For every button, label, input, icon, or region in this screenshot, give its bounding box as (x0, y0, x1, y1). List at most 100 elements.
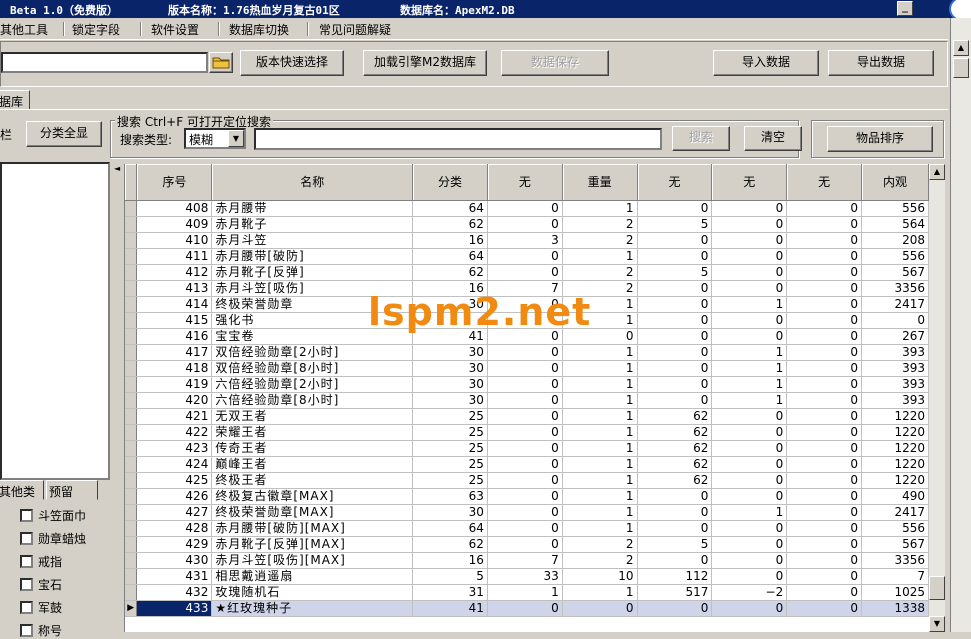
cell-none[interactable]: 0 (711, 248, 788, 265)
cell-none[interactable]: 1 (711, 392, 788, 409)
cell-name[interactable]: 终极复古徽章[MAX] (211, 488, 414, 505)
row-indicator[interactable] (125, 472, 138, 489)
table-row[interactable]: 410 赤月斗笠 16 3 2 0 0 0 208 (125, 232, 929, 249)
export-data-button[interactable]: 导出数据 (828, 50, 934, 76)
cell-none[interactable]: 0 (711, 424, 788, 441)
cell-category[interactable]: 25 (412, 424, 488, 441)
cell-weight[interactable]: 1 (562, 504, 638, 521)
menu-lock-fields[interactable]: 锁定字段 (72, 21, 120, 38)
cell-id[interactable]: 428 (136, 520, 213, 537)
cell-look[interactable]: 1220 (861, 472, 929, 489)
cell-name[interactable]: 六倍经验勋章[2小时] (211, 376, 414, 393)
cell-id[interactable]: 420 (136, 392, 213, 409)
cell-none[interactable]: 3 (487, 232, 563, 249)
cell-none[interactable]: 0 (786, 600, 863, 617)
cell-id[interactable]: 410 (136, 232, 213, 249)
cell-none[interactable]: 0 (786, 264, 863, 281)
cell-id[interactable]: 413 (136, 280, 213, 297)
column-header[interactable]: 无 (487, 164, 563, 201)
table-row[interactable]: 426 终极复古徽章[MAX] 63 0 1 0 0 0 490 (125, 488, 929, 505)
cell-name[interactable]: 巅峰王者 (211, 456, 414, 473)
cell-category[interactable]: 31 (412, 584, 488, 601)
search-type-select[interactable]: 模糊 ▼ (184, 128, 246, 149)
cell-none[interactable]: 0 (487, 344, 563, 361)
checkbox[interactable] (20, 555, 33, 568)
cell-category[interactable]: 30 (412, 392, 488, 409)
cell-none[interactable]: 0 (487, 536, 563, 553)
column-header[interactable]: 内观 (861, 164, 929, 201)
cell-none[interactable]: 0 (637, 344, 713, 361)
cell-weight[interactable]: 1 (562, 376, 638, 393)
cell-none[interactable]: 0 (786, 280, 863, 297)
show-all-categories-button[interactable]: 分类全显 (26, 121, 102, 147)
cell-none[interactable]: 0 (487, 360, 563, 377)
cell-none[interactable]: 0 (786, 568, 863, 585)
cell-weight[interactable]: 1 (562, 408, 638, 425)
cell-name[interactable]: 赤月腰带[破防][MAX] (211, 520, 414, 537)
cell-id[interactable]: 415 (136, 312, 213, 329)
cell-look[interactable]: 1338 (861, 600, 929, 617)
cell-id[interactable]: 412 (136, 264, 213, 281)
cell-look[interactable]: 1220 (861, 456, 929, 473)
cell-none[interactable]: 0 (711, 440, 788, 457)
cell-weight[interactable]: 2 (562, 216, 638, 233)
table-row[interactable]: 425 终极王者 25 0 1 62 0 0 1220 (125, 472, 929, 489)
cell-name[interactable]: 终极荣誉勋章[MAX] (211, 504, 414, 521)
checkbox-item[interactable]: 勋章蜡烛 (20, 530, 86, 547)
cell-none[interactable]: 0 (711, 568, 788, 585)
cell-id[interactable]: 409 (136, 216, 213, 233)
splitter-arrow-icon[interactable]: ◄ (114, 164, 120, 173)
cell-name[interactable]: 双倍经验勋章[8小时] (211, 360, 414, 377)
cell-look[interactable]: 1220 (861, 440, 929, 457)
cell-look[interactable]: 490 (861, 488, 929, 505)
row-indicator[interactable] (125, 408, 138, 425)
row-indicator[interactable] (125, 232, 138, 249)
cell-name[interactable]: 玫瑰随机石 (211, 584, 414, 601)
cell-none[interactable]: 1 (711, 376, 788, 393)
cell-none[interactable]: 0 (786, 376, 863, 393)
cell-none[interactable]: 0 (487, 216, 563, 233)
row-indicator[interactable] (125, 584, 138, 601)
cell-none[interactable]: 0 (786, 216, 863, 233)
cell-category[interactable]: 25 (412, 440, 488, 457)
cell-look[interactable]: 208 (861, 232, 929, 249)
category-list[interactable] (0, 162, 110, 480)
cell-look[interactable]: 1220 (861, 424, 929, 441)
menu-settings[interactable]: 软件设置 (151, 21, 199, 38)
table-row[interactable]: 429 赤月靴子[反弹][MAX] 62 0 2 5 0 0 567 (125, 536, 929, 553)
cell-none[interactable]: 0 (487, 504, 563, 521)
cell-name[interactable]: 赤月靴子 (211, 216, 414, 233)
cell-category[interactable]: 64 (412, 200, 488, 217)
cell-none[interactable]: 0 (487, 472, 563, 489)
cell-look[interactable]: 567 (861, 536, 929, 553)
cell-id[interactable]: 414 (136, 296, 213, 313)
cell-look[interactable]: 267 (861, 328, 929, 345)
column-header[interactable]: 重量 (562, 164, 638, 201)
cell-none[interactable]: 0 (786, 200, 863, 217)
cell-none[interactable]: 0 (786, 536, 863, 553)
table-row[interactable]: 409 赤月靴子 62 0 2 5 0 0 564 (125, 216, 929, 233)
cell-none[interactable]: 0 (487, 600, 563, 617)
cell-none[interactable]: 517 (637, 584, 713, 601)
cell-none[interactable]: 0 (637, 200, 713, 217)
cell-name[interactable]: 赤月腰带 (211, 200, 414, 217)
cell-none[interactable]: 0 (786, 488, 863, 505)
cell-id[interactable]: 432 (136, 584, 213, 601)
cell-none[interactable]: 1 (487, 584, 563, 601)
cell-name[interactable]: 相思戴逍遥扇 (211, 568, 414, 585)
cell-look[interactable]: 564 (861, 216, 929, 233)
row-indicator[interactable] (125, 376, 138, 393)
cell-none[interactable]: 0 (637, 296, 713, 313)
cell-none[interactable]: 0 (637, 600, 713, 617)
cell-none[interactable]: 0 (637, 280, 713, 297)
row-indicator[interactable] (125, 504, 138, 521)
cell-id[interactable]: 418 (136, 360, 213, 377)
sort-items-button[interactable]: 物品排序 (827, 126, 933, 152)
cell-id[interactable]: 419 (136, 376, 213, 393)
checkbox-item[interactable]: 军鼓 (20, 599, 62, 616)
cell-none[interactable]: 0 (487, 488, 563, 505)
cell-none[interactable]: −2 (711, 584, 788, 601)
window-scroll-up-icon[interactable]: ▲ (953, 40, 969, 56)
table-row[interactable]: 408 赤月腰带 64 0 1 0 0 0 556 (125, 200, 929, 217)
cell-category[interactable]: 25 (412, 408, 488, 425)
